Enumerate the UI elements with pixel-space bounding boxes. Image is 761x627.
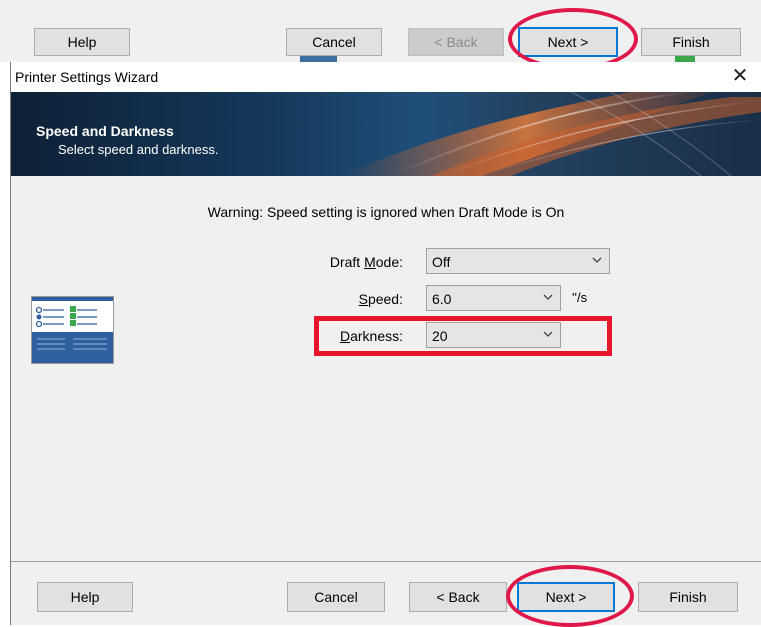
draft-mode-value: Off [432,254,451,270]
draft-mode-label: Draft Mode: [329,254,403,270]
annotation-circle-bottom [506,565,634,627]
warning-text: Warning: Speed setting is ignored when D… [207,204,565,220]
finish-button[interactable]: Finish [638,582,738,612]
cancel-button[interactable]: Cancel [287,582,385,612]
speed-label: Speed: [358,291,403,307]
draft-mode-dropdown[interactable]: Off [426,248,610,274]
wizard-window: Printer Settings Wizard ✕ Speed and Dark… [10,62,761,625]
speed-dropdown[interactable]: 6.0 [426,285,561,311]
bg-help-button[interactable]: Help [34,28,130,56]
help-button[interactable]: Help [37,582,133,612]
banner-subtitle: Select speed and darkness. [58,142,219,157]
banner-title: Speed and Darkness [36,123,174,139]
darkness-value: 20 [432,328,448,344]
chevron-down-icon [543,294,553,300]
window-title: Printer Settings Wizard [15,69,159,85]
bg-cancel-button[interactable]: Cancel [286,28,382,56]
darkness-dropdown[interactable]: 20 [426,322,561,348]
header-banner: Speed and Darkness Select speed and dark… [11,92,761,176]
bg-back-button[interactable]: < Back [408,28,504,56]
chevron-down-icon [543,331,553,337]
settings-checklist-icon [31,296,114,364]
footer-divider [11,561,761,562]
speed-unit: ''/s [572,290,588,305]
title-bar: Printer Settings Wizard ✕ [11,62,761,92]
speed-value: 6.0 [432,291,452,307]
back-button[interactable]: < Back [409,582,507,612]
darkness-label: Darkness: [339,328,403,344]
close-icon[interactable]: ✕ [729,65,751,87]
chevron-down-icon [592,257,602,263]
bg-finish-button[interactable]: Finish [641,28,741,56]
annotation-circle-top [508,8,638,70]
